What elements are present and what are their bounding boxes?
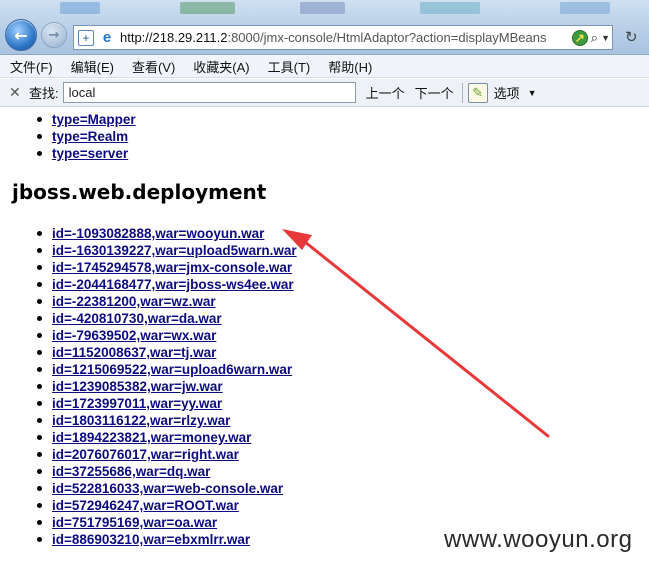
list-item: id=-1630139227,war=upload5warn.war	[0, 241, 297, 258]
refresh-icon[interactable]: ↻	[625, 28, 638, 46]
menu-view[interactable]: 查看(V)	[132, 57, 175, 76]
list-item: id=1239085382,war=jw.war	[0, 377, 297, 394]
deployment-link[interactable]: id=37255686,war=dq.war	[52, 464, 210, 479]
list-item: id=1803116122,war=rlzy.war	[0, 411, 297, 428]
forward-button[interactable]: →	[41, 22, 67, 48]
list-item: id=-420810730,war=da.war	[0, 309, 297, 326]
compat-view-icon[interactable]: ↗	[571, 29, 588, 46]
mbean-link[interactable]: type=Realm	[52, 129, 128, 144]
list-item: type=Mapper	[0, 110, 136, 127]
deployment-link[interactable]: id=1215069522,war=upload6warn.war	[52, 362, 292, 377]
deployment-link[interactable]: id=-79639502,war=wx.war	[52, 328, 216, 343]
menu-edit[interactable]: 编辑(E)	[71, 57, 114, 76]
deployment-link[interactable]: id=1723997011,war=yy.war	[52, 396, 222, 411]
list-item: id=572946247,war=ROOT.war	[0, 496, 297, 513]
list-item: id=886903210,war=ebxmlrr.war	[0, 530, 297, 547]
mbean-type-list: type=Mapper type=Realm type=server	[0, 110, 136, 161]
back-icon: ←	[14, 25, 28, 45]
taskbar-tile	[300, 2, 345, 14]
back-button[interactable]: ←	[5, 19, 37, 51]
url-path: :8000/jmx-console/HtmlAdaptor?action=dis…	[227, 30, 547, 45]
chevron-down-icon[interactable]: ▼	[528, 88, 537, 98]
address-bar: ← → + e http://218.29.211.2:8000/jmx-con…	[0, 0, 649, 55]
find-bar: ✕ 查找: 上一个 下一个 ✎ 选项 ▼	[0, 79, 649, 107]
menu-help[interactable]: 帮助(H)	[328, 57, 372, 76]
add-tab-icon[interactable]: +	[78, 29, 94, 46]
list-item: id=-22381200,war=wz.war	[0, 292, 297, 309]
deployment-link[interactable]: id=2076076017,war=right.war	[52, 447, 239, 462]
forward-icon: →	[48, 27, 60, 43]
find-separator	[461, 82, 463, 103]
url-input[interactable]: + e http://218.29.211.2:8000/jmx-console…	[73, 25, 613, 50]
highlight-icon[interactable]: ✎	[467, 82, 488, 103]
section-title: jboss.web.deployment	[12, 180, 267, 204]
list-item: id=-1093082888,war=wooyun.war	[0, 224, 297, 241]
find-input[interactable]	[62, 82, 356, 103]
list-item: id=2076076017,war=right.war	[0, 445, 297, 462]
list-item: id=751795169,war=oa.war	[0, 513, 297, 530]
menu-bar: 文件(F) 编辑(E) 查看(V) 收藏夹(A) 工具(T) 帮助(H)	[0, 55, 649, 78]
menu-favorites[interactable]: 收藏夹(A)	[193, 57, 249, 76]
page-content: type=Mapper type=Realm type=server jboss…	[0, 108, 649, 567]
list-item: type=server	[0, 144, 136, 161]
list-item: id=1152008637,war=tj.war	[0, 343, 297, 360]
deployment-link[interactable]: id=-2044168477,war=jboss-ws4ee.war	[52, 277, 294, 292]
list-item: type=Realm	[0, 127, 136, 144]
list-item: id=1723997011,war=yy.war	[0, 394, 297, 411]
menu-file[interactable]: 文件(F)	[10, 57, 53, 76]
deployment-link[interactable]: id=-22381200,war=wz.war	[52, 294, 216, 309]
list-item: id=1215069522,war=upload6warn.war	[0, 360, 297, 377]
find-options-button[interactable]: 选项	[494, 83, 520, 102]
list-item: id=-79639502,war=wx.war	[0, 326, 297, 343]
deployment-link[interactable]: id=572946247,war=ROOT.war	[52, 498, 239, 513]
deployment-link[interactable]: id=1152008637,war=tj.war	[52, 345, 216, 360]
menu-tools[interactable]: 工具(T)	[268, 57, 311, 76]
list-item: id=37255686,war=dq.war	[0, 462, 297, 479]
deployment-link[interactable]: id=-1745294578,war=jmx-console.war	[52, 260, 292, 275]
deployment-link[interactable]: id=1803116122,war=rlzy.war	[52, 413, 230, 428]
taskbar-tile	[60, 2, 100, 14]
find-label: 查找:	[29, 86, 59, 101]
list-item: id=522816033,war=web-console.war	[0, 479, 297, 496]
url-tools: ↗ ⌕ ▼	[571, 26, 612, 49]
deployment-list: id=-1093082888,war=wooyun.war id=-163013…	[0, 224, 297, 547]
list-item: id=-2044168477,war=jboss-ws4ee.war	[0, 275, 297, 292]
watermark: www.wooyun.org	[444, 526, 633, 553]
deployment-link[interactable]: id=522816033,war=web-console.war	[52, 481, 283, 496]
url-text: http://218.29.211.2:8000/jmx-console/Htm…	[120, 30, 547, 45]
find-previous-button[interactable]: 上一个	[366, 83, 405, 102]
list-item: id=1894223821,war=money.war	[0, 428, 297, 445]
deployment-link[interactable]: id=1894223821,war=money.war	[52, 430, 251, 445]
deployment-link[interactable]: id=751795169,war=oa.war	[52, 515, 217, 530]
taskbar-tile	[180, 2, 235, 14]
deployment-link[interactable]: id=1239085382,war=jw.war	[52, 379, 223, 394]
mbean-link[interactable]: type=server	[52, 146, 128, 161]
deployment-link[interactable]: id=-420810730,war=da.war	[52, 311, 222, 326]
deployment-link[interactable]: id=-1630139227,war=upload5warn.war	[52, 243, 297, 258]
ie-logo-icon: e	[102, 28, 112, 46]
taskbar-tile	[420, 2, 480, 14]
deployment-link[interactable]: id=886903210,war=ebxmlrr.war	[52, 532, 250, 547]
find-next-button[interactable]: 下一个	[415, 83, 454, 102]
close-icon[interactable]: ✕	[9, 84, 23, 101]
taskbar-tile	[560, 2, 610, 14]
url-host: http://218.29.211.2	[120, 30, 228, 45]
dropdown-icon[interactable]: ▼	[601, 33, 610, 43]
list-item: id=-1745294578,war=jmx-console.war	[0, 258, 297, 275]
mbean-link[interactable]: type=Mapper	[52, 112, 136, 127]
search-icon[interactable]: ⌕	[591, 30, 598, 46]
deployment-link[interactable]: id=-1093082888,war=wooyun.war	[52, 226, 264, 241]
